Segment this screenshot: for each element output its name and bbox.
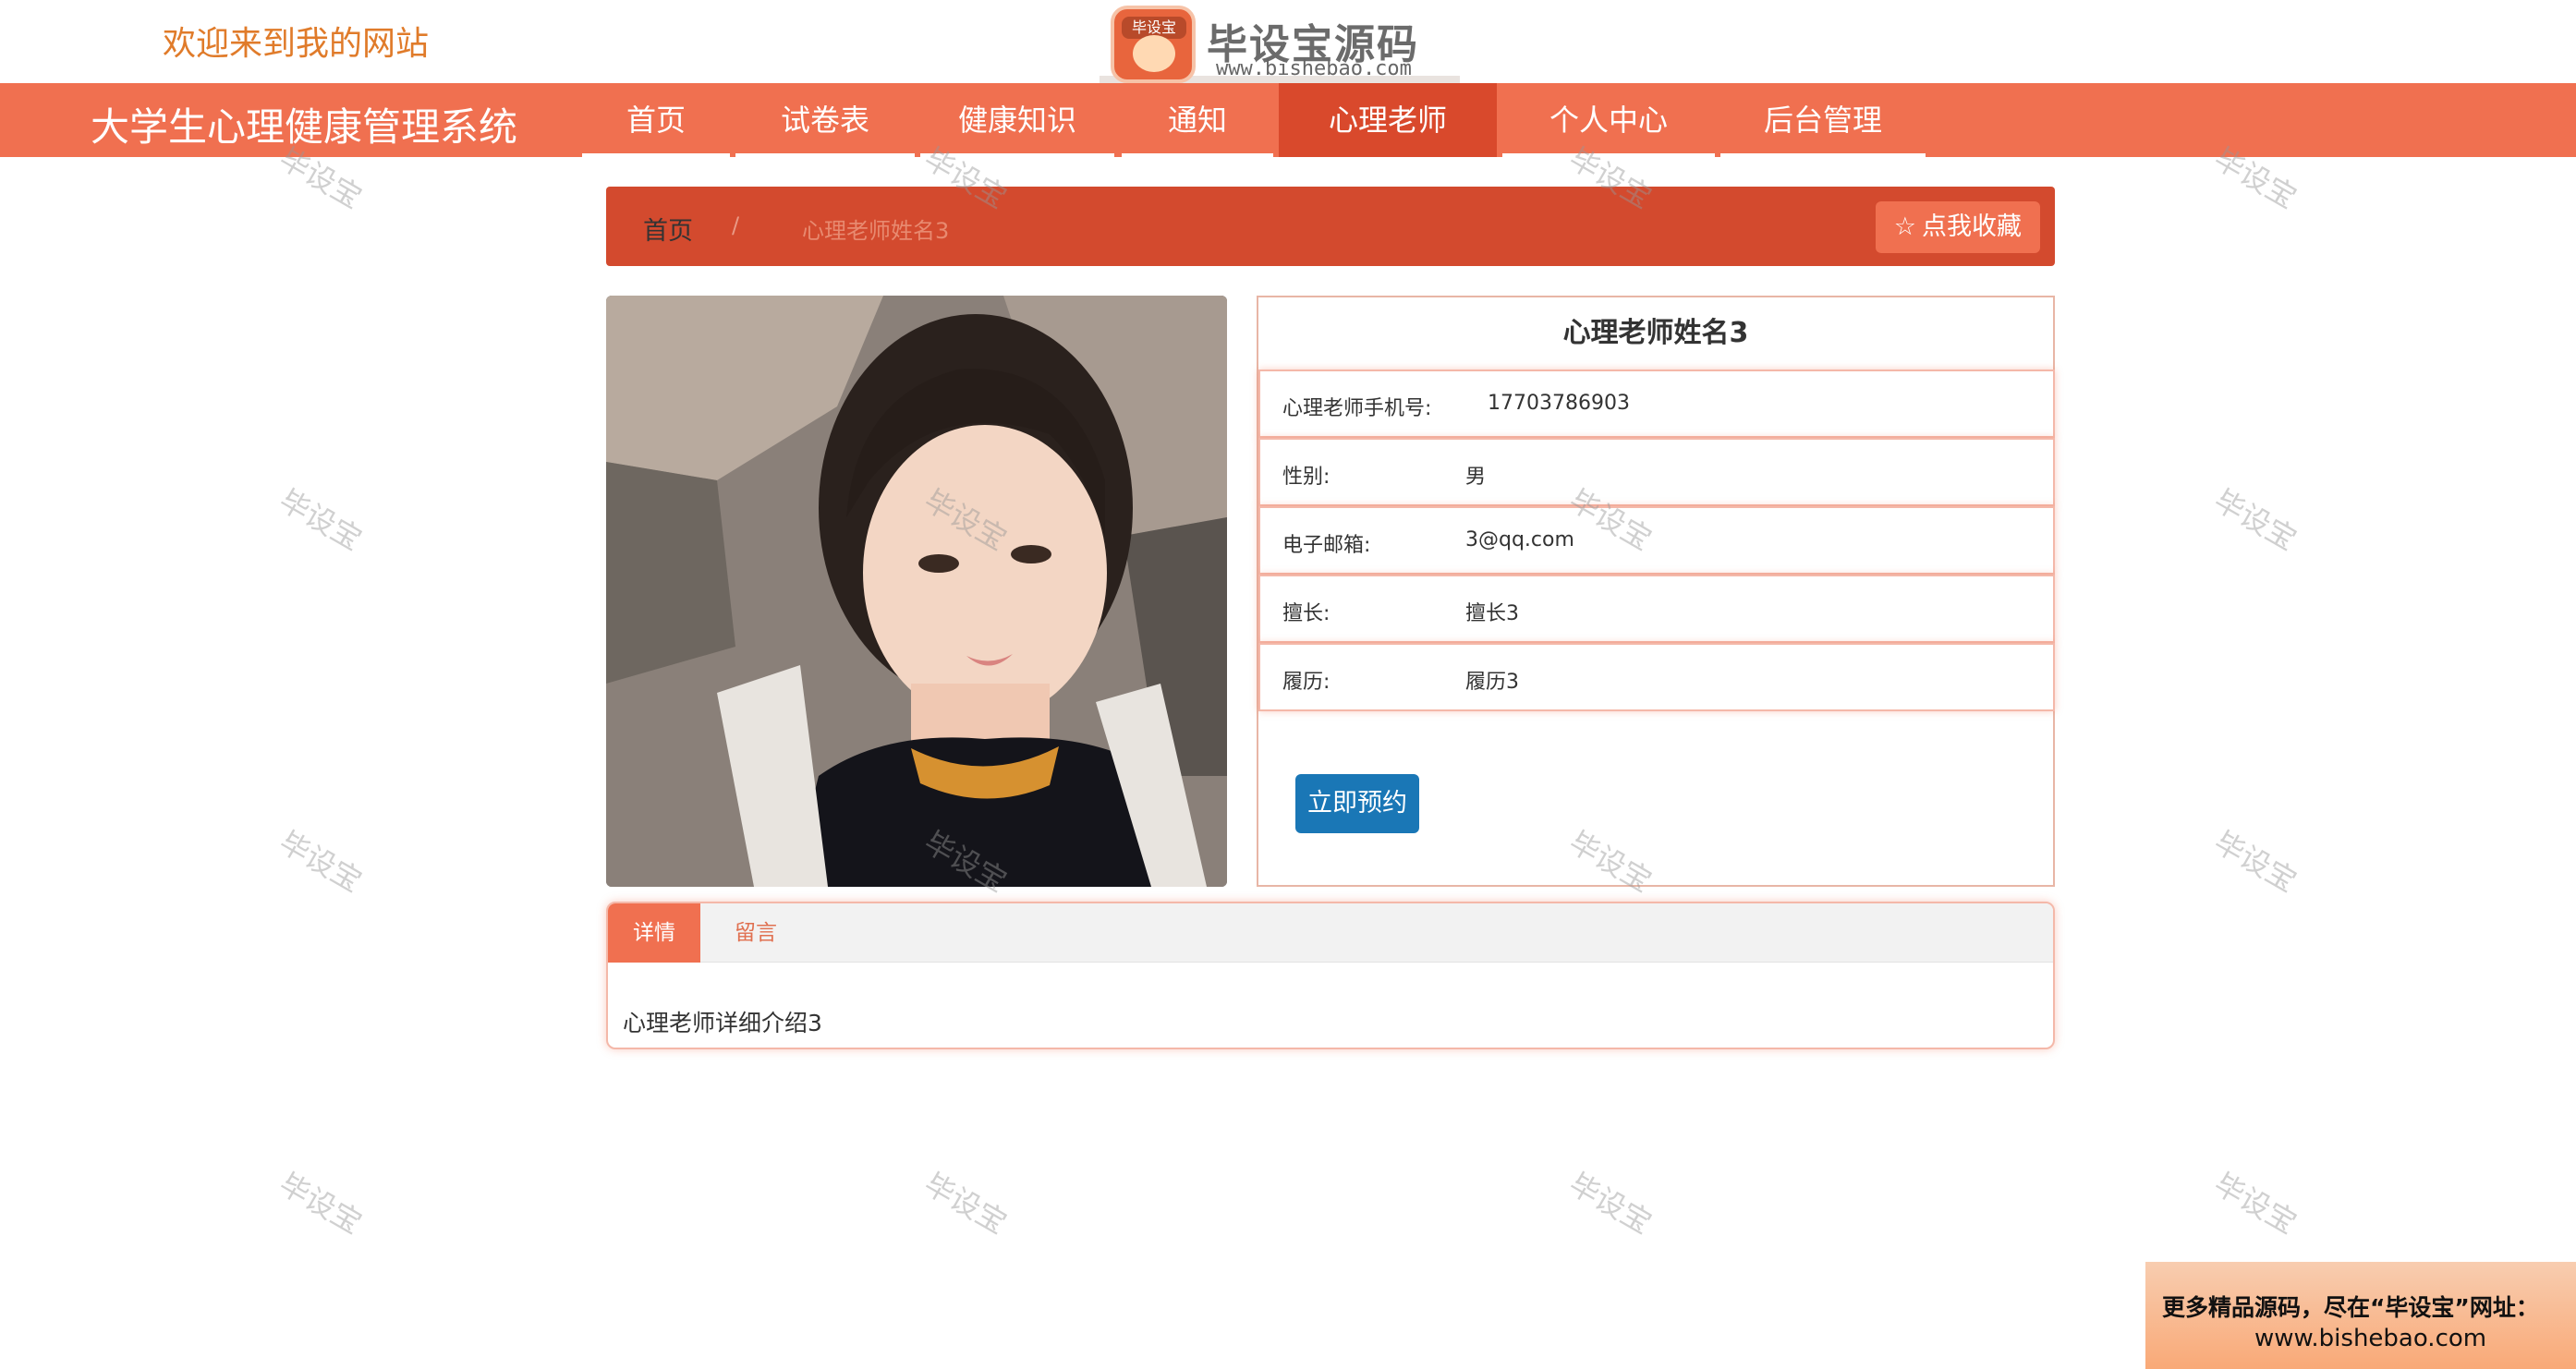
nav-item-admin[interactable]: 后台管理 bbox=[1720, 83, 1926, 157]
teacher-photo bbox=[606, 296, 1227, 887]
watermark: 毕设宝 bbox=[1562, 1166, 1659, 1242]
info-value: 男 bbox=[1465, 466, 1487, 489]
info-label: 擅长: bbox=[1282, 602, 1331, 625]
welcome-text: 欢迎来到我的网站 bbox=[163, 25, 430, 63]
tab-details[interactable]: 详情 bbox=[608, 903, 700, 963]
logo-url: www.bishebao.com bbox=[1216, 57, 1412, 80]
nav-item-personal-center[interactable]: 个人中心 bbox=[1502, 83, 1715, 157]
star-outline-icon: ☆ bbox=[1893, 212, 1916, 241]
teacher-name: 心理老师姓名3 bbox=[1562, 317, 1749, 349]
watermark-logo: 毕设宝 毕设宝源码网 www.bishebao.com bbox=[1100, 0, 1460, 127]
watermark: 毕设宝 bbox=[917, 1166, 1014, 1242]
main-navbar: 大学生心理健康管理系统 首页 试卷表 健康知识 通知 心理老师 个人中心 后台管… bbox=[0, 83, 2576, 157]
info-label: 电子邮箱: bbox=[1282, 534, 1371, 557]
nav-item-exam[interactable]: 试卷表 bbox=[735, 83, 915, 157]
watermark: 毕设宝 bbox=[273, 824, 369, 900]
breadcrumb-current: 心理老师姓名3 bbox=[802, 218, 950, 244]
info-row-email: 电子邮箱: 3@qq.com bbox=[1258, 506, 2055, 575]
promo-banner[interactable]: 更多精品源码，尽在“毕设宝”网址： www.bishebao.com bbox=[2145, 1262, 2576, 1369]
tab-header: 详情 留言 bbox=[608, 903, 2053, 963]
detail-tabs-panel: 详情 留言 心理老师详细介绍3 bbox=[606, 902, 2055, 1049]
info-label: 心理老师手机号: bbox=[1282, 397, 1432, 420]
nav-item-teacher[interactable]: 心理老师 bbox=[1279, 83, 1497, 157]
info-value: 擅长3 bbox=[1465, 602, 1519, 625]
breadcrumb: 首页 / 心理老师姓名3 ☆ 点我收藏 bbox=[606, 187, 2055, 266]
watermark: 毕设宝 bbox=[2207, 482, 2303, 558]
watermark: 毕设宝 bbox=[273, 482, 369, 558]
info-label: 履历: bbox=[1282, 671, 1331, 694]
info-row-gender: 性别: 男 bbox=[1258, 438, 2055, 506]
book-now-button[interactable]: 立即预约 bbox=[1295, 774, 1419, 833]
info-row-phone: 心理老师手机号: 17703786903 bbox=[1258, 370, 2055, 438]
teacher-info-card: 心理老师姓名3 心理老师手机号: 17703786903 性别: 男 电子邮箱:… bbox=[1257, 296, 2055, 887]
tab-messages[interactable]: 留言 bbox=[710, 903, 802, 963]
promo-url: www.bishebao.com bbox=[2254, 1325, 2487, 1352]
watermark: 毕设宝 bbox=[2207, 824, 2303, 900]
nav-item-notice[interactable]: 通知 bbox=[1122, 83, 1273, 157]
breadcrumb-home[interactable]: 首页 bbox=[643, 211, 693, 247]
info-row-resume: 履历: 履历3 bbox=[1258, 643, 2055, 711]
tab-content: 心理老师详细介绍3 bbox=[623, 1010, 822, 1036]
info-value: 履历3 bbox=[1465, 671, 1519, 694]
nav-item-home[interactable]: 首页 bbox=[582, 83, 730, 157]
watermark: 毕设宝 bbox=[2207, 1166, 2303, 1242]
watermark: 毕设宝 bbox=[273, 1166, 369, 1242]
favorite-button-label: 点我收藏 bbox=[1922, 212, 2022, 241]
teacher-photo-image bbox=[606, 296, 1227, 887]
info-label: 性别: bbox=[1282, 466, 1331, 489]
info-value: 3@qq.com bbox=[1465, 528, 1574, 551]
favorite-button[interactable]: ☆ 点我收藏 bbox=[1875, 201, 2040, 253]
breadcrumb-separator: / bbox=[732, 212, 740, 238]
info-row-specialty: 擅长: 擅长3 bbox=[1258, 575, 2055, 643]
logo-badge: 毕设宝 bbox=[1111, 6, 1196, 83]
info-value: 17703786903 bbox=[1488, 392, 1630, 415]
promo-text: 更多精品源码，尽在“毕设宝”网址： bbox=[2162, 1294, 2539, 1321]
